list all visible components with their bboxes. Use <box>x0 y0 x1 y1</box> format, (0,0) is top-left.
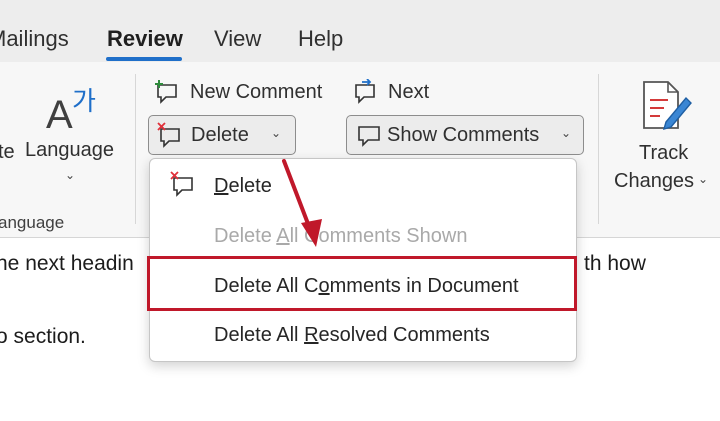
document-text-line: th how <box>584 252 646 275</box>
ribbon-tab-bar: Mailings Review View Help <box>0 0 720 62</box>
document-text-line: ne next headin <box>0 252 134 275</box>
new-comment-button[interactable]: New Comment <box>190 81 322 104</box>
show-comments-label: Show Comments <box>387 124 540 146</box>
annotation-arrow-icon <box>282 159 322 247</box>
chevron-down-icon[interactable]: ⌄ <box>65 168 75 182</box>
translate-button-label[interactable]: te <box>0 141 15 164</box>
active-tab-indicator <box>106 57 182 61</box>
language-group-label: anguage <box>0 213 65 232</box>
svg-text:A: A <box>46 93 73 134</box>
menu-item-label: Delete All Resolved Comments <box>214 324 490 346</box>
next-comment-icon[interactable] <box>352 79 380 105</box>
svg-text:가: 가 <box>72 87 96 117</box>
menu-item-delete-all-shown[interactable]: Delete All Comments Shown <box>150 211 576 259</box>
show-comments-button[interactable]: Show Comments ⌄ <box>346 115 584 155</box>
next-comment-button[interactable]: Next <box>388 81 429 104</box>
delete-comment-icon <box>170 171 193 197</box>
tab-help[interactable]: Help <box>298 26 343 52</box>
tab-view[interactable]: View <box>214 26 261 52</box>
chevron-down-icon[interactable]: ⌄ <box>698 172 708 186</box>
chevron-down-icon: ⌄ <box>271 126 282 140</box>
track-changes-icon[interactable] <box>638 78 694 134</box>
group-divider <box>135 74 136 224</box>
highlight-box <box>147 256 577 311</box>
track-changes-label-line2[interactable]: Changes <box>614 170 694 193</box>
tab-mailings[interactable]: Mailings <box>0 26 69 52</box>
document-text-line: o section. <box>0 325 86 348</box>
menu-item-label: Delete <box>214 175 272 197</box>
chevron-down-icon: ⌄ <box>561 126 572 140</box>
show-comments-icon <box>358 126 380 147</box>
track-changes-label-line1[interactable]: Track <box>639 142 688 165</box>
language-button[interactable]: Language <box>25 139 114 162</box>
menu-item-delete-all-resolved[interactable]: Delete All Resolved Comments <box>150 310 576 358</box>
group-divider <box>598 74 599 224</box>
delete-comment-icon <box>157 122 180 148</box>
language-icon[interactable]: A 가 <box>42 82 106 134</box>
new-comment-icon[interactable] <box>154 79 182 105</box>
tab-review[interactable]: Review <box>107 26 183 52</box>
menu-item-delete[interactable]: Delete <box>150 161 576 209</box>
delete-button-label: Delete <box>191 124 249 146</box>
delete-comment-button[interactable]: Delete ⌄ <box>148 115 296 155</box>
